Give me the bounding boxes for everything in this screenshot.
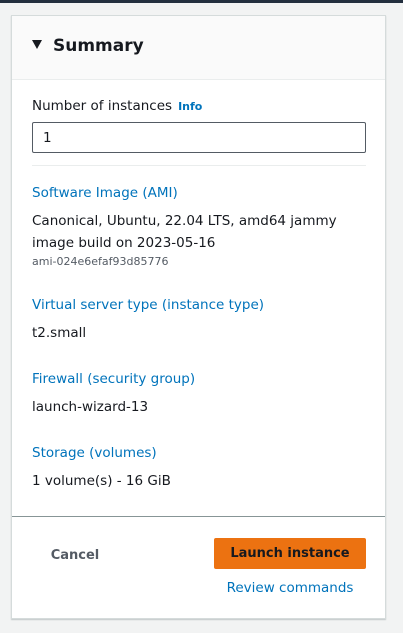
firewall-value: launch-wizard-13 [32, 399, 149, 415]
instances-label: Number of instances [32, 98, 173, 114]
firewall-link[interactable]: Firewall (security group) [32, 369, 195, 389]
instance-type-link[interactable]: Virtual server type (instance type) [32, 295, 264, 315]
summary-panel: Summary Number of instances Info Software… [11, 15, 386, 619]
ami-id: ami-024e6efaf93d85776 [32, 255, 169, 268]
info-link[interactable]: Info [178, 100, 202, 113]
storage-link[interactable]: Storage (volumes) [32, 443, 157, 463]
software-image-link[interactable]: Software Image (AMI) [32, 183, 178, 203]
summary-header[interactable]: Summary [12, 16, 385, 80]
footer-divider [12, 516, 385, 517]
number-of-instances-input[interactable] [32, 122, 366, 153]
divider [32, 165, 366, 166]
instances-label-row: Number of instances Info [32, 96, 202, 117]
software-image-description: Canonical, Ubuntu, 22.04 LTS, amd64 jamm… [32, 213, 337, 251]
review-commands-link[interactable]: Review commands [214, 578, 366, 598]
launch-instance-button[interactable]: Launch instance [214, 538, 366, 569]
cancel-button[interactable]: Cancel [42, 540, 108, 570]
summary-title: Summary [53, 36, 144, 56]
caret-down-icon[interactable] [32, 40, 42, 49]
top-bar [0, 0, 403, 3]
instance-type-value: t2.small [32, 325, 87, 341]
storage-value: 1 volume(s) - 16 GiB [32, 473, 171, 489]
